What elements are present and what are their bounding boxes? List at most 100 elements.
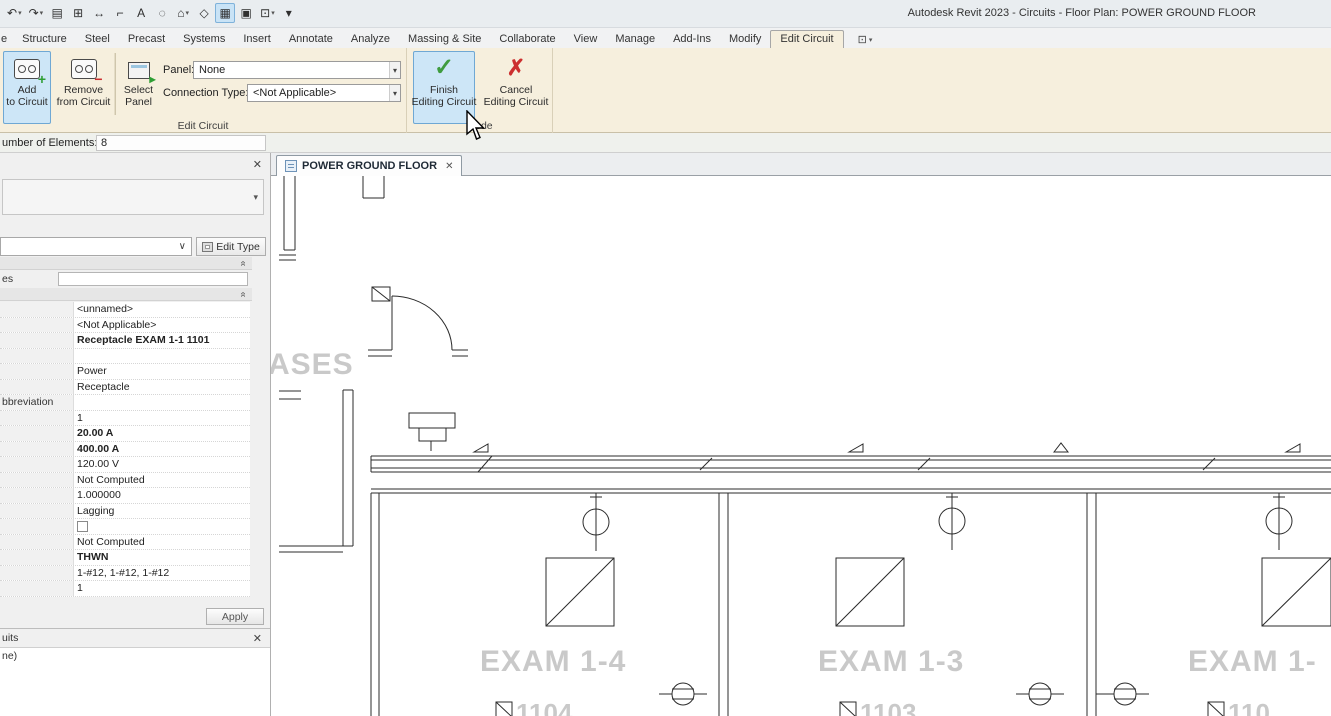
property-row[interactable]: <unnamed> xyxy=(0,302,250,318)
property-row[interactable]: 1 xyxy=(0,411,250,427)
redo-icon[interactable]: ↷ xyxy=(26,3,47,23)
customize-qat-icon[interactable]: ▾ xyxy=(279,3,299,23)
property-value[interactable]: 1 xyxy=(74,581,250,596)
tab-add-ins[interactable]: Add-Ins xyxy=(664,30,720,48)
property-value[interactable]: 1-#12, 1-#12, 1-#12 xyxy=(74,566,250,581)
properties-filter-input[interactable] xyxy=(58,272,248,286)
property-value[interactable]: Receptacle xyxy=(74,380,250,395)
property-value[interactable] xyxy=(74,395,250,410)
panel-dropdown[interactable]: None ▾ xyxy=(193,61,401,79)
property-row[interactable]: Power xyxy=(0,364,250,380)
property-value[interactable]: Not Computed xyxy=(74,535,250,550)
property-row[interactable]: THWN xyxy=(0,550,250,566)
tab-analyze[interactable]: Analyze xyxy=(342,30,399,48)
property-row[interactable]: 1 xyxy=(0,581,250,597)
property-label xyxy=(0,488,74,503)
property-row[interactable]: Not Computed xyxy=(0,473,250,489)
aligned-dimension-icon[interactable]: ⌐ xyxy=(110,3,130,23)
property-row[interactable]: 1-#12, 1-#12, 1-#12 xyxy=(0,566,250,582)
chevron-down-icon[interactable]: ▾ xyxy=(389,85,400,101)
property-value[interactable]: Lagging xyxy=(74,504,250,519)
property-row[interactable]: Receptacle xyxy=(0,380,250,396)
property-row[interactable]: 400.00 A xyxy=(0,442,250,458)
property-value[interactable]: 1.000000 xyxy=(74,488,250,503)
chevron-down-icon: ∨ xyxy=(179,241,186,252)
list-item[interactable]: ne) xyxy=(0,648,270,662)
property-value[interactable]: <Not Applicable> xyxy=(74,318,250,333)
room-number: 1103 xyxy=(860,698,916,716)
thin-lines-icon[interactable]: ▦ xyxy=(215,3,235,23)
tab-structure[interactable]: Structure xyxy=(13,30,76,48)
sheet-icon[interactable]: ⊞ xyxy=(68,3,88,23)
property-row[interactable]: 1.000000 xyxy=(0,488,250,504)
remove-from-circuit-button[interactable]: − Remove from Circuit xyxy=(56,51,111,124)
select-panel-button[interactable]: ▸ Select Panel xyxy=(118,51,159,124)
tab-view[interactable]: View xyxy=(565,30,607,48)
collapse-icon[interactable]: » xyxy=(237,292,250,298)
tab-annotate[interactable]: Annotate xyxy=(280,30,342,48)
add-to-circuit-button[interactable]: + Add to Circuit xyxy=(3,51,51,124)
bottom-panel-list[interactable]: ne) xyxy=(0,647,270,716)
default-3d-view-icon[interactable]: ⌂ xyxy=(173,3,193,23)
property-row[interactable]: 120.00 V xyxy=(0,457,250,473)
property-row[interactable]: <Not Applicable> xyxy=(0,318,250,334)
property-row[interactable]: bbreviation xyxy=(0,395,250,411)
view-tab-bar: POWER GROUND FLOOR ✕ xyxy=(271,153,1331,176)
properties-filter-dropdown[interactable]: ∨ xyxy=(0,237,192,256)
property-value[interactable] xyxy=(74,349,250,364)
edit-type-button[interactable]: Edit Type xyxy=(196,237,266,256)
property-value[interactable] xyxy=(74,519,250,534)
property-value[interactable]: 1 xyxy=(74,411,250,426)
tab-architecture-fragment[interactable]: e xyxy=(0,30,13,48)
property-row[interactable] xyxy=(0,519,250,535)
finish-check-icon: ✓ xyxy=(434,55,454,81)
tab-steel[interactable]: Steel xyxy=(76,30,119,48)
property-value[interactable]: 400.00 A xyxy=(74,442,250,457)
property-value[interactable]: Power xyxy=(74,364,250,379)
collapse-icon[interactable]: » xyxy=(237,261,250,267)
drawing-canvas[interactable]: EXAM 1-4 EXAM 1-3 EXAM 1- 1104 1103 110 … xyxy=(271,176,1331,716)
properties-close-icon[interactable]: ✕ xyxy=(253,158,262,171)
text-icon[interactable]: A xyxy=(131,3,151,23)
tab-modify[interactable]: Modify xyxy=(720,30,770,48)
ribbon-display-toggle-icon[interactable]: ⊡ ▾ xyxy=(858,33,873,46)
section-icon[interactable]: ◇ xyxy=(194,3,214,23)
cancel-cross-icon: ✗ xyxy=(507,55,525,81)
tab-insert[interactable]: Insert xyxy=(234,30,280,48)
measure-icon[interactable]: ↔ xyxy=(89,3,109,23)
tag-icon[interactable]: ◌ xyxy=(152,3,172,23)
apply-button[interactable]: Apply xyxy=(206,608,264,625)
tab-precast[interactable]: Precast xyxy=(119,30,174,48)
print-icon[interactable]: ▤ xyxy=(47,3,67,23)
property-value[interactable]: Receptacle EXAM 1-1 1101 xyxy=(74,333,250,348)
property-value[interactable]: Not Computed xyxy=(74,473,250,488)
connection-type-dropdown[interactable]: <Not Applicable> ▾ xyxy=(247,84,401,102)
view-tab-close-icon[interactable]: ✕ xyxy=(445,161,453,172)
undo-icon[interactable]: ↶ xyxy=(4,3,25,23)
section-header[interactable]: » xyxy=(0,257,252,270)
bottom-panel-close-icon[interactable]: ✕ xyxy=(253,632,262,645)
property-row[interactable]: Receptacle EXAM 1-1 1101 xyxy=(0,333,250,349)
close-hidden-windows-icon[interactable]: ▣ xyxy=(236,3,256,23)
property-value[interactable]: 20.00 A xyxy=(74,426,250,441)
chevron-down-icon[interactable]: ▾ xyxy=(389,62,400,78)
type-selector[interactable]: ▾ xyxy=(2,179,264,215)
switch-windows-icon[interactable]: ⊡ xyxy=(257,3,278,23)
tab-systems[interactable]: Systems xyxy=(174,30,234,48)
tab-edit-circuit[interactable]: Edit Circuit xyxy=(770,30,843,48)
property-row[interactable]: 20.00 A xyxy=(0,426,250,442)
section-header[interactable]: » xyxy=(0,288,252,301)
property-row[interactable] xyxy=(0,349,250,365)
cancel-editing-circuit-button[interactable]: ✗ Cancel Editing Circuit xyxy=(483,51,549,124)
property-value[interactable]: THWN xyxy=(74,550,250,565)
property-row[interactable]: Lagging xyxy=(0,504,250,520)
number-of-elements-value: 8 xyxy=(96,135,266,151)
property-value[interactable]: <unnamed> xyxy=(74,302,250,317)
property-row[interactable]: Not Computed xyxy=(0,535,250,551)
property-value[interactable]: 120.00 V xyxy=(74,457,250,472)
tab-collaborate[interactable]: Collaborate xyxy=(490,30,564,48)
tab-manage[interactable]: Manage xyxy=(606,30,664,48)
view-tab[interactable]: POWER GROUND FLOOR ✕ xyxy=(276,155,462,176)
tab-massing-site[interactable]: Massing & Site xyxy=(399,30,490,48)
chevron-down-icon: ▾ xyxy=(253,192,258,203)
